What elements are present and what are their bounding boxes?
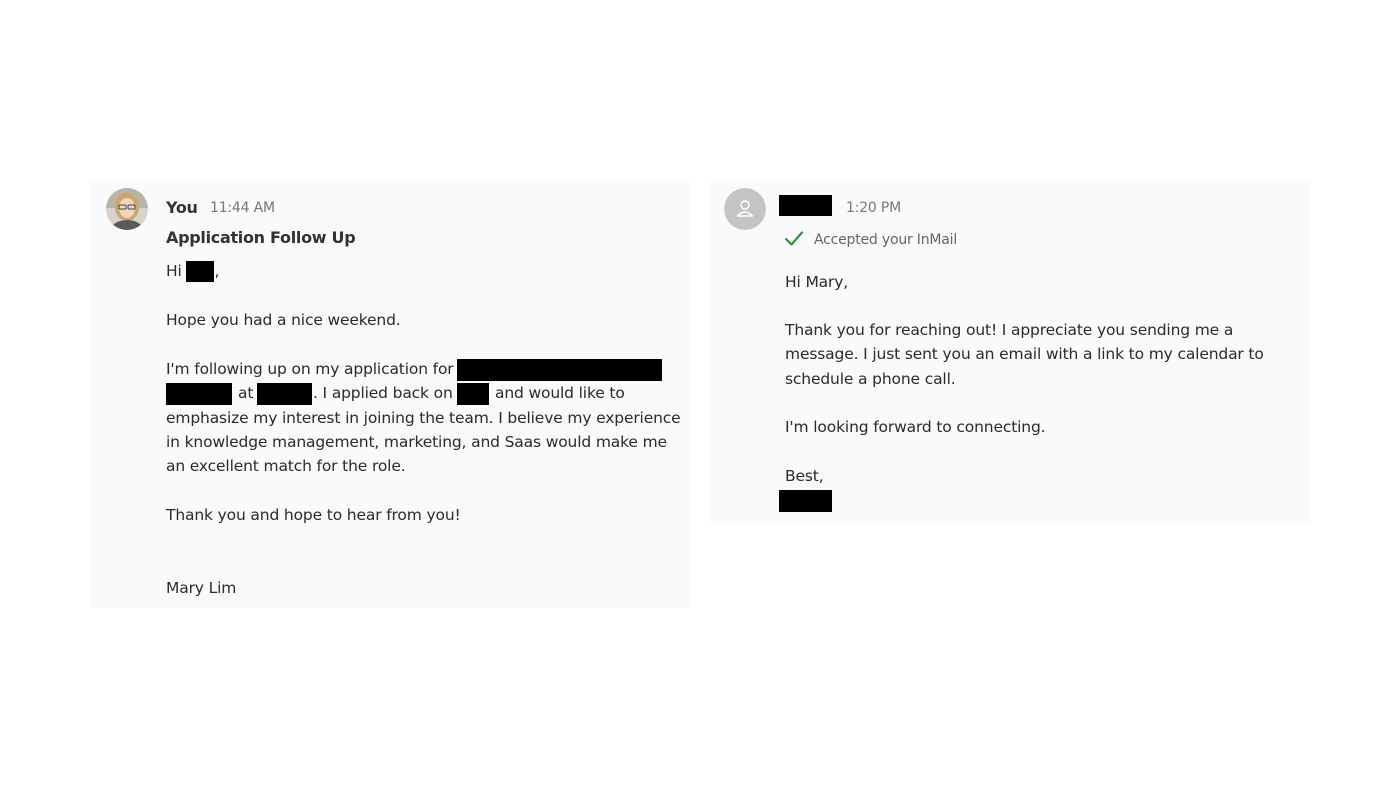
greeting-prefix: Hi	[166, 262, 182, 280]
message-time: 1:20 PM	[846, 200, 902, 216]
message-time: 11:44 AM	[210, 200, 275, 216]
redacted-date	[457, 383, 489, 405]
signature: Mary Lim	[166, 579, 237, 597]
received-message-card: 1:20 PM Accepted your InMail Hi Mary, Th…	[710, 180, 1310, 524]
conversation-stage: You 11:44 AM Application Follow Up Hi , …	[0, 0, 1400, 788]
body-line-2: Thank you for reaching out! I appreciate…	[785, 321, 1234, 339]
redacted-sender-name	[779, 195, 832, 216]
body-line-4: schedule a phone call.	[785, 370, 956, 388]
closing-line: Best,	[785, 467, 824, 485]
body-paragraph-1: Hope you had a nice weekend.	[166, 311, 401, 329]
body-line-3: message. I just sent you an email with a…	[785, 345, 1264, 363]
body-applied-text: . I applied back on	[313, 384, 453, 402]
body-line-5: emphasize my interest in joining the tea…	[166, 409, 681, 427]
sent-message-card: You 11:44 AM Application Follow Up Hi , …	[90, 180, 690, 608]
body-line-7: an excellent match for the role.	[166, 457, 406, 475]
redacted-job-title-cont	[166, 383, 232, 405]
sender-name[interactable]: You	[166, 198, 198, 217]
body-line-3: I'm following up on my application for	[166, 360, 454, 378]
body-paragraph-3: Thank you and hope to hear from you!	[166, 506, 461, 524]
default-person-icon	[724, 188, 766, 230]
message-subject: Application Follow Up	[166, 228, 356, 247]
body-would-like: and would like to	[495, 384, 625, 402]
redacted-signature	[779, 490, 832, 512]
inmail-status: Accepted your InMail	[814, 232, 958, 248]
body-line-6: in knowledge management, marketing, and …	[166, 433, 667, 451]
redacted-company	[257, 383, 312, 405]
redacted-name	[186, 261, 215, 282]
greeting-suffix: ,	[214, 262, 220, 280]
greeting-line: Hi Mary,	[785, 273, 849, 291]
body-at-word: at	[238, 384, 254, 402]
body-line-5: I'm looking forward to connecting.	[785, 418, 1046, 436]
greeting-line: Hi ,	[166, 261, 219, 282]
contact-avatar[interactable]	[724, 188, 766, 230]
user-photo-icon	[106, 188, 148, 230]
redacted-job-title	[457, 359, 662, 381]
checkmark-icon	[784, 231, 804, 246]
user-avatar[interactable]	[106, 188, 148, 230]
